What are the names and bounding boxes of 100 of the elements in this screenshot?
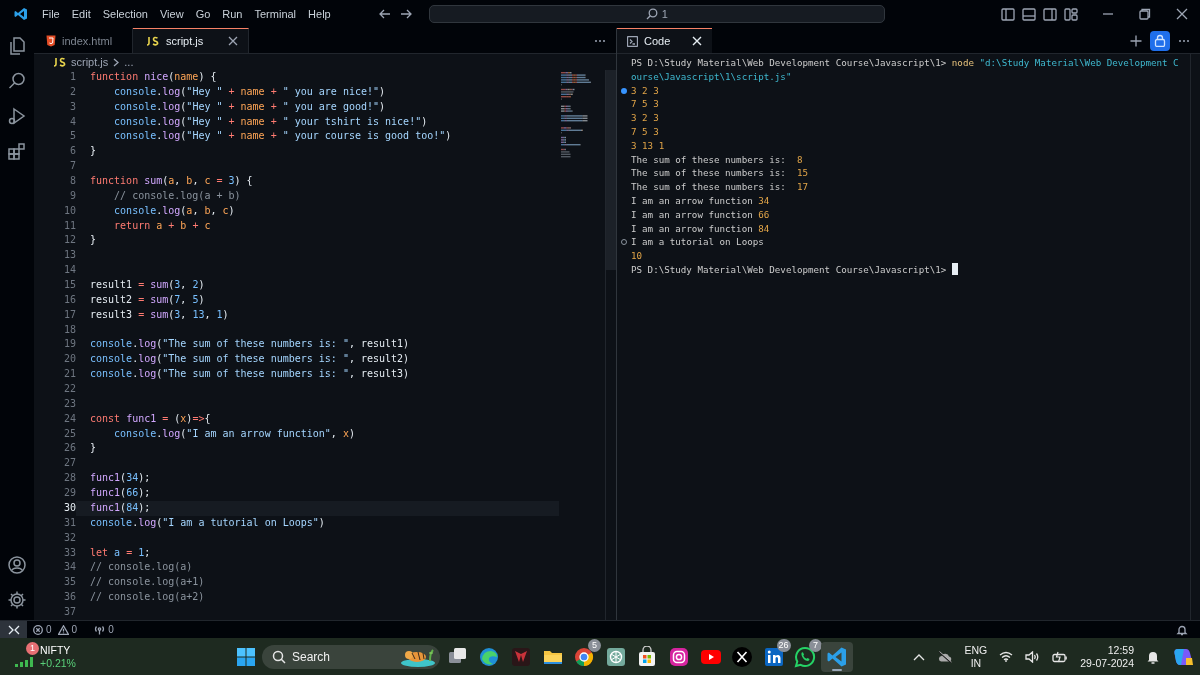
terminal-line: 7 5 3 bbox=[631, 126, 659, 137]
code-line: let a = 1; bbox=[90, 546, 151, 558]
terminal-line: I am an arrow function 34 bbox=[631, 194, 770, 206]
breadcrumb-item[interactable]: ... bbox=[124, 56, 134, 68]
scrollbar-thumb[interactable] bbox=[606, 70, 616, 270]
menu-item[interactable]: Help bbox=[302, 6, 337, 22]
camera-icon bbox=[667, 645, 690, 668]
close-icon[interactable] bbox=[228, 36, 239, 46]
terminal-line: PS D:\Study Material\Web Development Course\Javascript\1> bbox=[631, 263, 948, 275]
code-line: // console.log(a) bbox=[90, 561, 193, 573]
start-icon[interactable] bbox=[236, 646, 256, 667]
lock-icon bbox=[1154, 34, 1166, 47]
notification-badge: 7 bbox=[809, 638, 823, 652]
terminal-line: The sum of these numbers is: 15 bbox=[631, 167, 809, 179]
input-language[interactable]: ENG bbox=[964, 643, 988, 657]
js-file-icon bbox=[145, 36, 159, 46]
lock-button[interactable] bbox=[1150, 30, 1170, 51]
breadcrumb-item[interactable]: script.js bbox=[71, 56, 109, 68]
code-line: result3 = sum(3, 13, 1) bbox=[90, 308, 229, 320]
terminal-line: PS D:\Study Material\Web Development Course\Javascript\1> node "d:\Study Material\Web Development Course\Javascript\1\script.js" bbox=[631, 57, 1179, 82]
line-number: 8 bbox=[68, 174, 76, 188]
terminal-icon bbox=[627, 35, 638, 47]
customize-layout-icon[interactable] bbox=[1064, 7, 1078, 21]
plus-icon[interactable] bbox=[1130, 34, 1142, 47]
code-line: function nice(name) { bbox=[90, 71, 217, 82]
search-icon[interactable] bbox=[7, 71, 27, 91]
close-icon[interactable] bbox=[1176, 8, 1188, 20]
menu-item[interactable]: Terminal bbox=[248, 6, 303, 22]
battery-charging-icon[interactable] bbox=[1052, 650, 1069, 663]
sidebar-layout-icon[interactable] bbox=[1001, 7, 1015, 21]
command-center[interactable]: 1 bbox=[428, 5, 885, 23]
command-success-dot[interactable] bbox=[621, 87, 627, 94]
back-arrow-icon[interactable] bbox=[378, 9, 391, 19]
notification-badge: 26 bbox=[776, 638, 791, 652]
line-number: 4 bbox=[68, 114, 76, 129]
chevron-up-icon[interactable] bbox=[912, 652, 925, 661]
more-icon[interactable] bbox=[1178, 38, 1190, 43]
menu-item[interactable]: View bbox=[153, 6, 190, 22]
bell-icon[interactable] bbox=[1176, 623, 1188, 636]
terminal-line: The sum of these numbers is: 8 bbox=[631, 153, 803, 165]
stock-name: NIFTY bbox=[40, 643, 72, 657]
code-line: // console.log(a + b) bbox=[113, 189, 241, 201]
menu-item[interactable]: File bbox=[36, 6, 66, 22]
volume-icon[interactable] bbox=[1025, 650, 1041, 663]
code-line: func1(34); bbox=[90, 472, 151, 484]
terminal-line: The sum of these numbers is: 17 bbox=[631, 181, 809, 193]
code-line: console.log("The sum of these numbers is: ", result3) bbox=[90, 368, 410, 380]
line-number: 5 bbox=[68, 129, 76, 144]
chevron-right-icon bbox=[113, 57, 120, 67]
vscode-logo-icon[interactable] bbox=[14, 7, 28, 21]
ports-status[interactable]: 0 bbox=[88, 624, 117, 635]
code-line: console.log(a, b, c) bbox=[113, 204, 235, 216]
stock-widget[interactable]: 1 NIFTY +0.21% bbox=[0, 638, 210, 675]
wifi-icon[interactable] bbox=[999, 651, 1014, 662]
code-line: console.log("Hey " + name + " your tshirt is nice!") bbox=[113, 115, 428, 127]
menu-item[interactable]: Selection bbox=[96, 6, 154, 22]
menu-item[interactable]: Edit bbox=[65, 6, 97, 22]
line-number: 25 bbox=[62, 426, 76, 441]
knot-icon bbox=[604, 645, 627, 668]
game-mask-icon bbox=[510, 645, 532, 668]
warning-icon bbox=[57, 624, 69, 635]
extensions-icon[interactable] bbox=[7, 141, 27, 161]
code-line: console.log("The sum of these numbers is: ", result1) bbox=[90, 338, 410, 350]
cloud-off-icon[interactable] bbox=[936, 650, 953, 663]
clock-date[interactable]: 29-07-2024 bbox=[1080, 656, 1134, 670]
terminal-tab[interactable]: Code bbox=[617, 28, 712, 53]
account-icon[interactable] bbox=[7, 555, 27, 575]
forward-arrow-icon[interactable] bbox=[399, 9, 412, 19]
code-line: } bbox=[90, 234, 97, 246]
menu-item[interactable]: Go bbox=[189, 6, 217, 22]
terminal-line: 3 2 3 bbox=[631, 112, 659, 124]
code-line: console.log("I am an arrow function", x) bbox=[113, 427, 355, 439]
code-line: result2 = sum(7, 5) bbox=[90, 293, 205, 305]
run-debug-icon[interactable] bbox=[7, 106, 27, 126]
secondary-sidebar-icon[interactable] bbox=[1043, 7, 1057, 21]
clock-time[interactable]: 12:59 bbox=[1107, 643, 1134, 657]
code-line: console.log("Hey " + name + " you are good!") bbox=[113, 100, 386, 112]
settings-icon[interactable] bbox=[7, 590, 27, 610]
editor-tab[interactable]: script.js bbox=[133, 28, 250, 53]
taskbar-search-button[interactable]: Search bbox=[262, 644, 440, 669]
files-icon[interactable] bbox=[7, 36, 27, 56]
line-number: 24 bbox=[62, 411, 76, 426]
problems-status[interactable]: 0 0 bbox=[27, 624, 81, 635]
line-number: 22 bbox=[62, 382, 76, 397]
line-number: 23 bbox=[62, 396, 76, 411]
notification-badge: 5 bbox=[587, 638, 601, 652]
code-line: console.log("Hey " + name + " you are nice!") bbox=[113, 85, 386, 97]
terminal-line: I am an arrow function 66 bbox=[631, 208, 770, 220]
remote-button[interactable] bbox=[0, 621, 27, 638]
restore-icon[interactable] bbox=[1139, 8, 1151, 20]
terminal-line: I am a tutorial on Loops bbox=[631, 236, 764, 248]
remote-icon bbox=[7, 624, 20, 635]
html-file-icon bbox=[46, 34, 56, 47]
input-region[interactable]: IN bbox=[970, 656, 982, 670]
terminal-line: I am an arrow function 84 bbox=[631, 222, 770, 234]
line-number: 11 bbox=[62, 218, 76, 233]
panel-layout-icon[interactable] bbox=[1022, 7, 1036, 21]
menu-item[interactable]: Run bbox=[216, 6, 249, 22]
more-icon[interactable] bbox=[594, 38, 606, 43]
terminal-line: 10 bbox=[631, 250, 643, 262]
